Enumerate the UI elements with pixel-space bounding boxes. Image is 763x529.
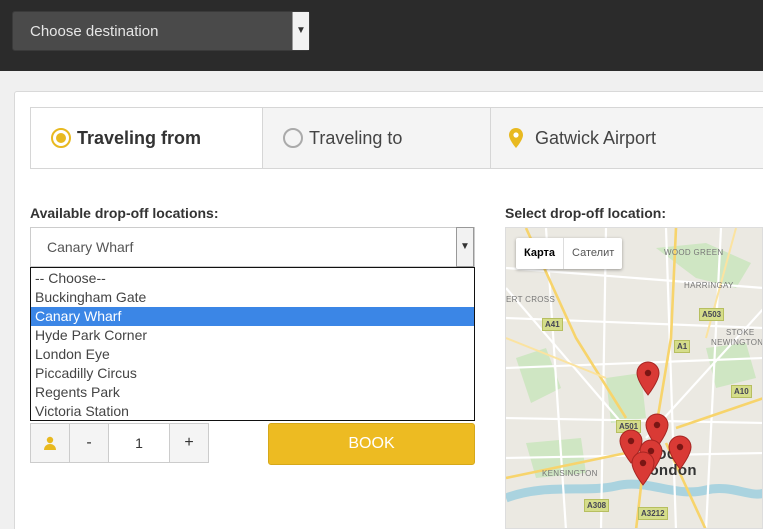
location-option[interactable]: Buckingham Gate xyxy=(31,288,474,307)
increase-quantity-button[interactable]: + xyxy=(169,424,208,462)
locations-heading: Available drop-off locations: xyxy=(30,205,219,221)
quantity-input[interactable]: 1 xyxy=(109,424,169,462)
radio-unchecked-icon[interactable] xyxy=(283,128,303,148)
map-markers xyxy=(619,361,692,486)
person-icon-cell xyxy=(31,424,70,462)
person-icon xyxy=(44,436,56,450)
radio-checked-icon[interactable] xyxy=(51,128,71,148)
direction-tabs: Traveling from Traveling to Gatwick Airp… xyxy=(30,107,763,169)
location-option[interactable]: Hyde Park Corner xyxy=(31,326,474,345)
airport-label: Gatwick Airport xyxy=(535,127,657,148)
map-widget[interactable]: Карта Сателит WOOD GREEN HARRINGAY STOKE… xyxy=(505,227,763,529)
location-option[interactable]: Regents Park xyxy=(31,383,474,402)
location-option[interactable]: -- Choose-- xyxy=(31,269,474,288)
location-option[interactable]: Canary Wharf xyxy=(31,307,474,326)
map-marker[interactable] xyxy=(668,435,692,470)
top-bar: Choose destination ▼ xyxy=(0,0,763,71)
map-heading: Select drop-off location: xyxy=(505,205,666,221)
map-marker[interactable] xyxy=(636,361,660,396)
location-options-list[interactable]: -- Choose-- Buckingham Gate Canary Wharf Hy… xyxy=(30,267,475,421)
location-select-value: Canary Wharf xyxy=(47,239,134,255)
location-option[interactable]: Piccadilly Circus xyxy=(31,364,474,383)
book-button[interactable]: BOOK xyxy=(268,423,475,465)
location-select[interactable]: Canary Wharf ▼ xyxy=(30,227,475,267)
tab-traveling-to-label: Traveling to xyxy=(309,127,403,148)
location-option[interactable]: London Eye xyxy=(31,345,474,364)
tab-traveling-from-label: Traveling from xyxy=(77,127,202,148)
tab-traveling-to[interactable]: Traveling to xyxy=(262,108,491,168)
map-marker[interactable] xyxy=(631,451,655,486)
decrease-quantity-button[interactable]: - xyxy=(70,424,109,462)
map-pin-icon xyxy=(509,128,523,148)
chevron-down-icon[interactable]: ▼ xyxy=(456,227,474,267)
destination-select[interactable]: Choose destination ▼ xyxy=(12,11,310,51)
airport-info: Gatwick Airport xyxy=(491,108,763,168)
passenger-quantity-stepper: - 1 + xyxy=(30,423,209,463)
chevron-down-icon[interactable]: ▼ xyxy=(292,12,309,50)
destination-select-value: Choose destination xyxy=(30,23,159,40)
location-option[interactable]: Victoria Station xyxy=(31,402,474,421)
tab-traveling-from[interactable]: Traveling from xyxy=(31,108,262,168)
